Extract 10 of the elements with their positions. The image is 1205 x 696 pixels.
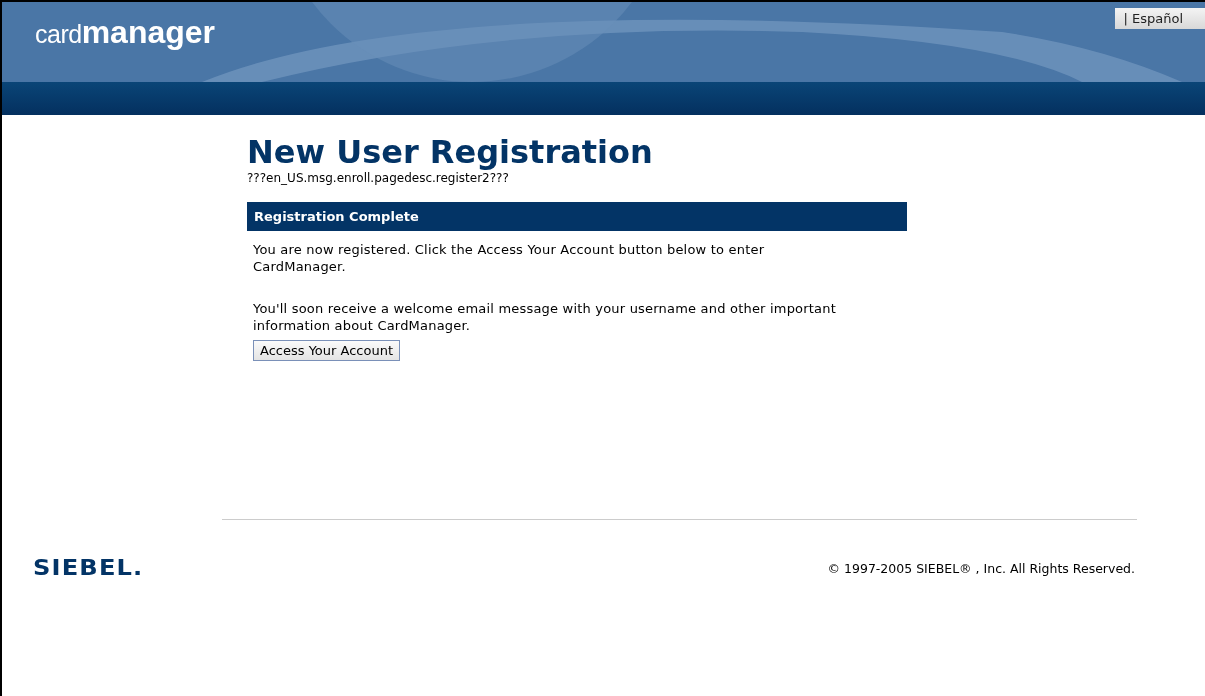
panel-heading: Registration Complete (247, 202, 907, 231)
access-account-button[interactable]: Access Your Account (253, 340, 400, 361)
page-description: ???en_US.msg.enroll.pagedesc.register2??? (247, 171, 509, 185)
logo: cardmanager (35, 14, 216, 51)
message-text: You'll soon receive a welcome email message with your username and other important information about CardManager. (252, 300, 837, 334)
message-text: You are now registered. Click the Access Your Account button below to enter CardManager. (252, 241, 766, 275)
page-title: New User Registration (247, 133, 653, 171)
language-link[interactable]: | Español (1115, 8, 1205, 29)
brand-logo: SIEBEL. (33, 556, 144, 580)
copyright-text: © 1997-2005 SIEBEL® , Inc. All Rights Reserved. (827, 560, 1135, 576)
